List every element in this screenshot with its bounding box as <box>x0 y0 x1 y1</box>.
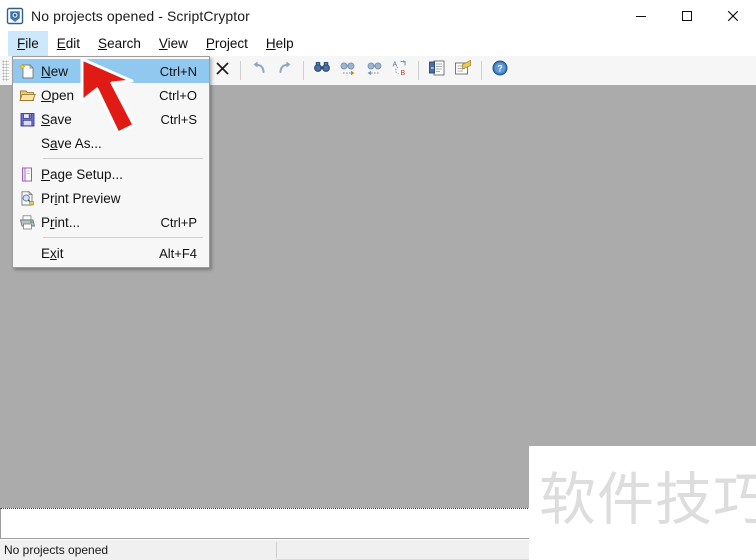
menu-item-exit[interactable]: Exit Alt+F4 <box>13 241 209 265</box>
menu-item-save-as-label: Save As... <box>41 135 102 151</box>
menu-separator <box>43 158 203 159</box>
find-next-icon <box>339 59 357 82</box>
menu-item-open-accel: Ctrl+O <box>159 87 197 103</box>
menubar-item-search[interactable]: Search <box>89 31 150 56</box>
menu-separator <box>43 237 203 238</box>
watermark-text: 软件技巧 <box>539 467 756 533</box>
menu-item-save[interactable]: Save Ctrl+S <box>13 107 209 131</box>
toolbar-separator <box>303 61 304 80</box>
delete-button[interactable] <box>209 58 235 83</box>
menu-item-print-accel: Ctrl+P <box>160 214 197 230</box>
svg-text:?: ? <box>497 64 503 74</box>
find-icon <box>313 59 331 82</box>
menu-item-print-preview-label: Print Preview <box>41 190 121 206</box>
toolbar-separator <box>481 61 482 80</box>
delete-icon <box>215 61 230 81</box>
help-icon: ? <box>491 59 509 82</box>
project-options-button[interactable] <box>450 58 476 83</box>
scriptcryptor-app-icon <box>6 7 24 25</box>
find-button[interactable] <box>309 58 335 83</box>
find-previous-button[interactable] <box>361 58 387 83</box>
maximize-button[interactable] <box>664 0 710 31</box>
menu-item-print[interactable]: Print... Ctrl+P <box>13 210 209 234</box>
new-file-icon <box>13 62 41 80</box>
menubar-item-project[interactable]: Project <box>197 31 257 56</box>
title-bar: No projects opened - ScriptCryptor <box>0 0 756 31</box>
project-options-icon <box>454 59 472 82</box>
menubar-item-view[interactable]: View <box>150 31 197 56</box>
menu-item-new-label: New <box>41 63 69 79</box>
redo-button[interactable] <box>272 58 298 83</box>
compile-script-icon <box>428 59 446 82</box>
window-controls <box>618 0 756 31</box>
menu-item-new[interactable]: New Ctrl+N <box>13 59 209 83</box>
help-button[interactable]: ? <box>487 58 513 83</box>
replace-icon: A B <box>391 59 409 82</box>
status-divider <box>276 542 277 558</box>
menubar-item-edit-accel: E <box>56 36 66 51</box>
menu-item-exit-accel: Alt+F4 <box>159 245 197 261</box>
menubar-item-view-accel: V <box>158 36 168 51</box>
menu-item-save-accel: Ctrl+S <box>160 111 197 127</box>
menu-item-save-label: Save <box>41 111 72 127</box>
file-menu-dropdown: New Ctrl+N Open Ctrl+O Save Ctrl+S Save … <box>12 56 210 268</box>
menubar-item-file[interactable]: File <box>8 31 48 56</box>
menubar-item-search-accel: S <box>98 36 108 51</box>
printer-icon <box>13 214 41 231</box>
minimize-button[interactable] <box>618 0 664 31</box>
undo-button[interactable] <box>246 58 272 83</box>
menubar-item-edit[interactable]: Edit <box>48 31 89 56</box>
menu-item-print-preview[interactable]: Print Preview <box>13 186 209 210</box>
menu-item-new-accel: Ctrl+N <box>159 63 197 79</box>
menu-item-exit-label: Exit <box>41 245 64 261</box>
window-title: No projects opened - ScriptCryptor <box>31 7 250 24</box>
close-button[interactable] <box>710 0 756 31</box>
application-window: No projects opened - ScriptCryptor File … <box>0 0 756 560</box>
redo-icon <box>276 59 294 82</box>
menubar-item-project-accel: P <box>205 36 215 51</box>
replace-button[interactable]: A B <box>387 58 413 83</box>
svg-text:B: B <box>401 70 406 77</box>
menu-item-save-as[interactable]: Save As... <box>13 131 209 155</box>
menubar-item-file-label: ile <box>25 36 39 51</box>
watermark-overlay: 软件技巧 <box>529 446 756 560</box>
print-preview-icon <box>13 190 41 207</box>
menubar-item-help[interactable]: Help <box>257 31 303 56</box>
menu-item-open[interactable]: Open Ctrl+O <box>13 83 209 107</box>
undo-icon <box>250 59 268 82</box>
menubar-item-file-accel: F <box>17 36 26 51</box>
menu-item-page-setup-label: Page Setup... <box>41 166 123 182</box>
toolbar-separator <box>418 61 419 80</box>
page-setup-icon <box>13 166 41 183</box>
menu-item-print-label: Print... <box>41 214 81 230</box>
menu-bar: File Edit Search View Project Help <box>0 31 756 56</box>
status-message: No projects opened <box>4 543 109 557</box>
toolbar-grip-handle[interactable] <box>2 60 9 81</box>
menu-item-open-label: Open <box>41 87 75 103</box>
compile-script-button[interactable] <box>424 58 450 83</box>
save-disk-icon <box>13 111 41 128</box>
find-next-button[interactable] <box>335 58 361 83</box>
toolbar-separator <box>240 61 241 80</box>
menu-item-page-setup[interactable]: Page Setup... <box>13 162 209 186</box>
find-previous-icon <box>365 59 383 82</box>
open-folder-icon <box>13 87 41 104</box>
menubar-item-help-accel: H <box>265 36 276 51</box>
